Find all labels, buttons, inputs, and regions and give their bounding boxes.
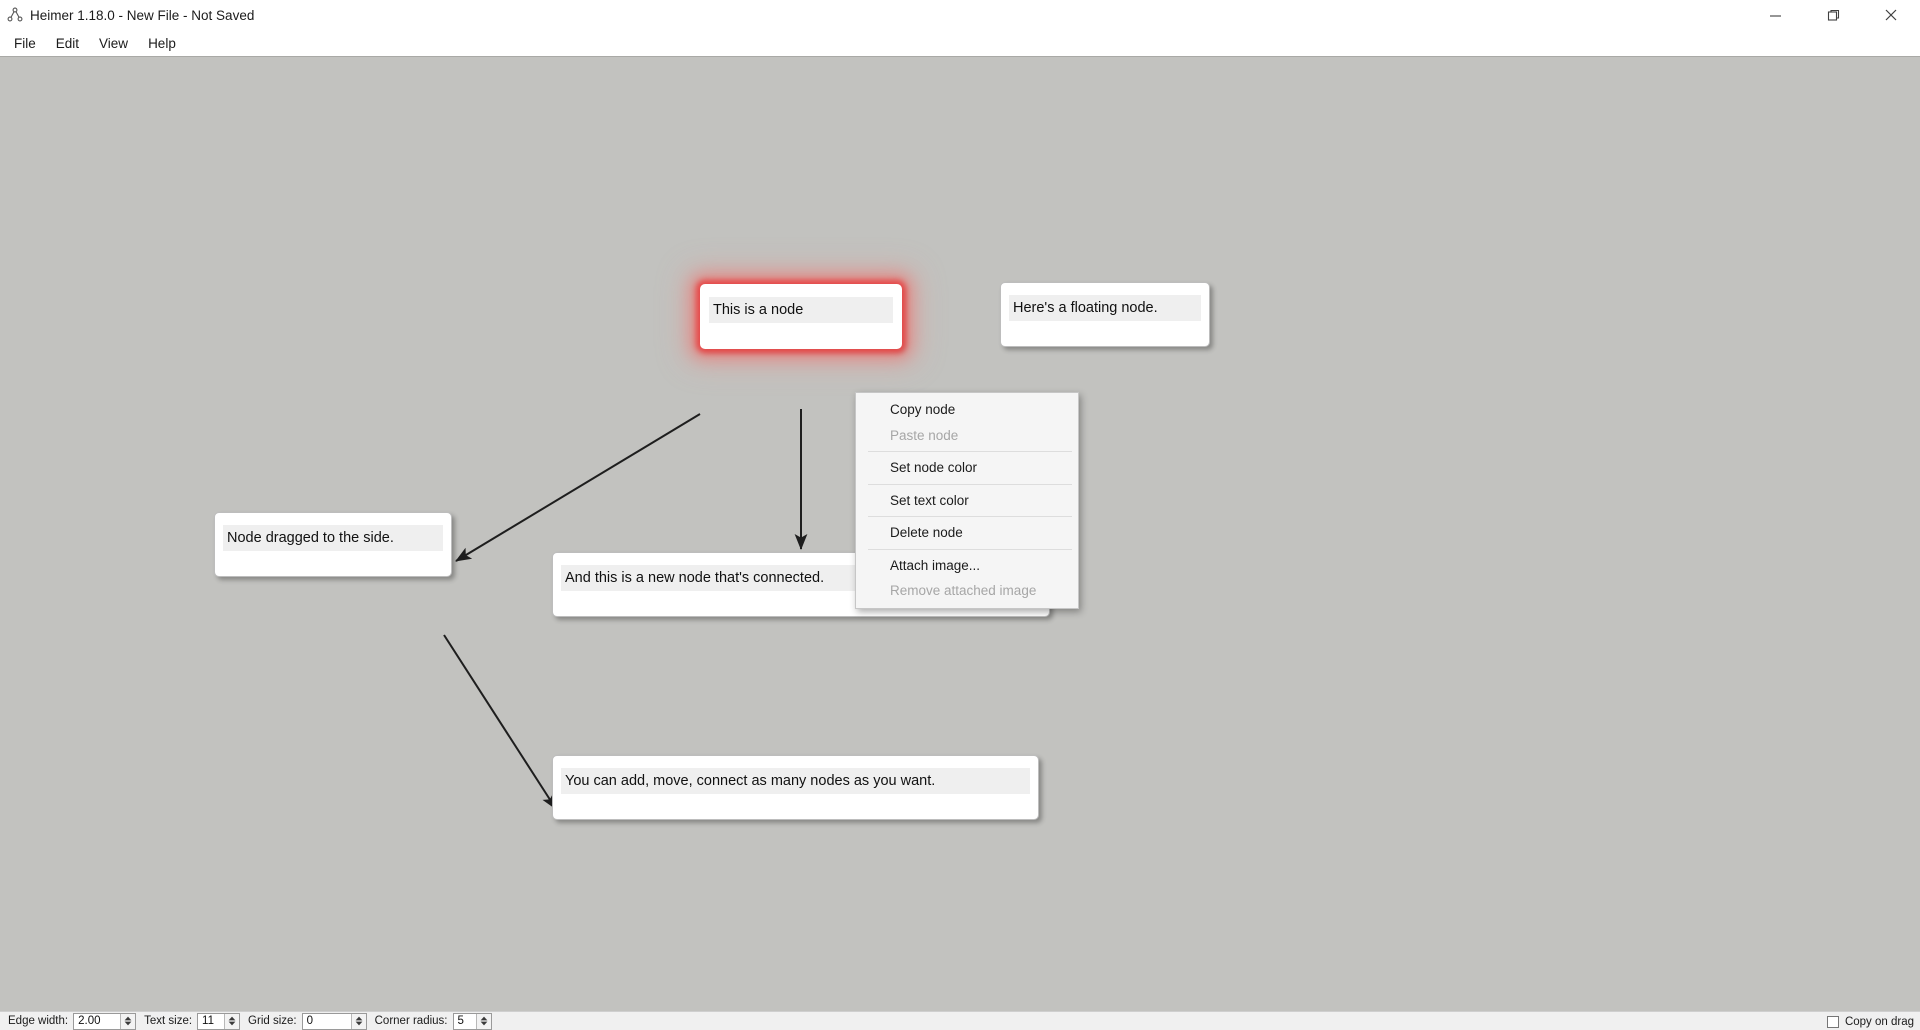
corner-radius-step-down[interactable]	[480, 1021, 488, 1026]
corner-radius-stepper[interactable]	[475, 1013, 491, 1029]
copy-on-drag-checkbox[interactable]	[1826, 1015, 1839, 1028]
menu-bar-item-edit[interactable]: Edit	[46, 33, 89, 54]
corner-radius-group: Corner radius: 5	[375, 1012, 492, 1030]
text-size-label: Text size:	[144, 1015, 193, 1027]
app-icon	[7, 7, 23, 22]
maximize-button[interactable]	[1804, 0, 1862, 30]
menu-set-text-color[interactable]: Set text color	[856, 488, 1078, 514]
text-size-stepper[interactable]	[224, 1013, 240, 1029]
context-menu-separator	[868, 516, 1072, 517]
close-button[interactable]	[1862, 0, 1920, 30]
menu-copy-node[interactable]: Copy node	[856, 397, 1078, 423]
node-text: Here's a floating node.	[1013, 300, 1158, 316]
grid-size-label: Grid size:	[248, 1015, 297, 1027]
menu-remove-attached-image: Remove attached image	[890, 583, 1037, 598]
grid-size-group: Grid size: 0	[248, 1012, 367, 1030]
corner-radius-spinbox[interactable]: 5	[452, 1012, 492, 1030]
corner-radius-label: Corner radius:	[374, 1015, 448, 1027]
edge-node-to-dragged[interactable]	[455, 413, 701, 562]
node-text-field[interactable]: Here's a floating node.	[1009, 295, 1201, 321]
menu-bar-item-help[interactable]: Help	[138, 33, 186, 54]
node-text: You can add, move, connect as many nodes…	[565, 773, 936, 789]
context-menu-separator	[868, 483, 1072, 485]
node-floating[interactable]: Here's a floating node.	[1000, 282, 1210, 347]
node-text: And this is a new node that's connected.	[565, 570, 825, 586]
edge-width-label: Edge width:	[8, 1015, 69, 1027]
edge-width-step-down[interactable]	[124, 1021, 132, 1026]
node-dragged-to-side[interactable]: Node dragged to the side.	[214, 512, 452, 577]
title-bar: Heimer 1.18.0 - New File - Not Saved	[0, 0, 1920, 30]
node-text: This is a node	[713, 302, 804, 318]
node-text-field[interactable]: You can add, move, connect as many nodes…	[561, 768, 1030, 794]
window-controls	[1746, 0, 1920, 30]
node-this-is-a-node[interactable]: This is a node	[700, 284, 902, 349]
context-menu-separator	[868, 548, 1072, 550]
menu-attach-image[interactable]: Attach image...	[856, 553, 1078, 579]
text-size-step-down[interactable]	[228, 1021, 236, 1026]
copy-on-drag-group[interactable]: Copy on drag	[1826, 1012, 1914, 1030]
mindmap-canvas[interactable]: This is a node Here's a floating node. Nod…	[0, 56, 1920, 1012]
grid-size-spinbox[interactable]: 0	[301, 1012, 367, 1030]
node-text-field[interactable]: Node dragged to the side.	[223, 525, 443, 551]
status-bar: Edge width: 2.00 Text size: 11 Grid size: 0 Co…	[0, 1011, 1920, 1030]
copy-on-drag-label: Copy on drag	[1844, 1015, 1914, 1028]
edge-width-group: Edge width: 2.00	[8, 1012, 137, 1030]
text-size-input[interactable]: 11	[198, 1013, 225, 1029]
grid-size-stepper[interactable]	[350, 1013, 366, 1029]
text-size-group: Text size: 11	[144, 1012, 241, 1030]
menu-set-node-color[interactable]: Set node color	[856, 455, 1078, 481]
node-context-menu[interactable]: Copy node Paste node Set node color Set tex…	[855, 392, 1079, 609]
grid-size-step-down[interactable]	[355, 1021, 363, 1026]
edge-width-input[interactable]: 2.00	[74, 1013, 121, 1029]
grid-size-input[interactable]: 0	[302, 1013, 351, 1029]
menu-bar-item-view[interactable]: View	[89, 33, 138, 54]
edge-width-spinbox[interactable]: 2.00	[73, 1012, 137, 1030]
corner-radius-input[interactable]: 5	[453, 1013, 476, 1029]
edge-width-stepper[interactable]	[120, 1013, 136, 1029]
application-window: Heimer 1.18.0 - New File - Not Saved Fil…	[0, 0, 1920, 1030]
menu-delete-node[interactable]: Delete node	[856, 520, 1078, 546]
edge-dragged-to-addmove[interactable]	[443, 634, 557, 810]
menu-bar: File Edit View Help	[0, 30, 1920, 56]
window-title: Heimer 1.18.0 - New File - Not Saved	[30, 7, 255, 23]
minimize-button[interactable]	[1746, 0, 1804, 30]
node-text-field[interactable]: This is a node	[709, 297, 893, 323]
menu-bar-item-file[interactable]: File	[4, 33, 46, 54]
context-menu-separator	[868, 451, 1072, 452]
menu-paste-node: Paste node	[890, 427, 959, 443]
node-add-move-connect[interactable]: You can add, move, connect as many nodes…	[552, 755, 1039, 820]
text-size-spinbox[interactable]: 11	[197, 1012, 241, 1030]
node-text: Node dragged to the side.	[227, 530, 394, 546]
